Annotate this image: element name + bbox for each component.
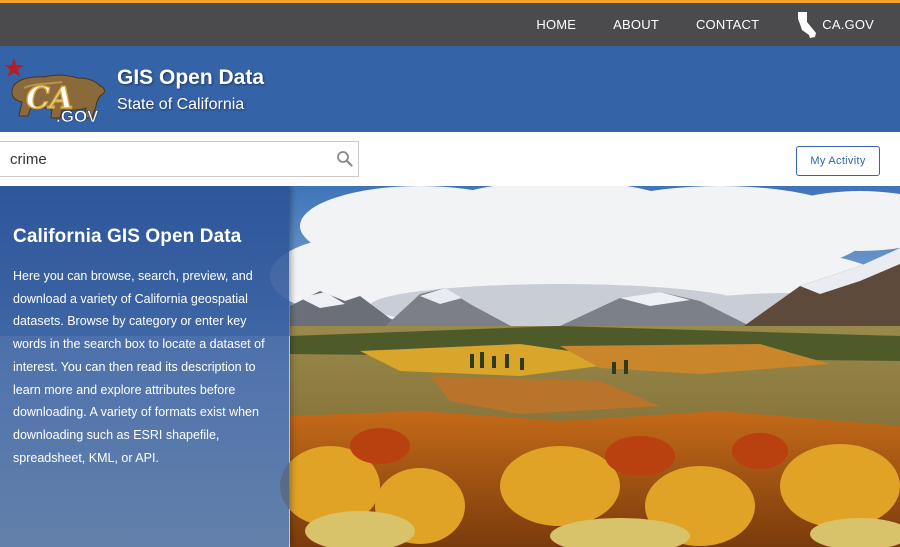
california-state-icon (798, 11, 817, 38)
hero-section: California GIS Open Data Here you can br… (0, 186, 900, 547)
nav-home-link[interactable]: HOME (536, 17, 576, 32)
logo-text: .GOV (56, 107, 99, 126)
site-title: GIS Open Data (117, 66, 265, 89)
intro-title: California GIS Open Data (13, 226, 242, 247)
nav-about-link[interactable]: ABOUT (613, 17, 659, 32)
search-toolbar: My Activity (0, 132, 900, 186)
nav-contact-link[interactable]: CONTACT (696, 17, 759, 32)
intro-panel: California GIS Open Data Here you can br… (0, 186, 289, 547)
top-nav: HOME ABOUT CONTACT CA.GOV (536, 3, 874, 46)
intro-description: Here you can browse, search, preview, an… (13, 269, 265, 465)
search-icon[interactable] (336, 150, 353, 167)
ca-gov-logo[interactable]: CA .GOV (4, 56, 112, 126)
nav-cagov-label: CA.GOV (822, 17, 874, 32)
nav-cagov-link[interactable]: CA.GOV (796, 11, 874, 39)
site-subtitle: State of California (117, 96, 245, 113)
search-box (0, 141, 359, 177)
my-activity-button[interactable]: My Activity (796, 146, 880, 176)
site-banner: CA .GOV GIS Open Data State of Californi… (0, 46, 900, 132)
top-nav-bar: HOME ABOUT CONTACT CA.GOV (0, 0, 900, 46)
search-input[interactable] (10, 142, 330, 176)
